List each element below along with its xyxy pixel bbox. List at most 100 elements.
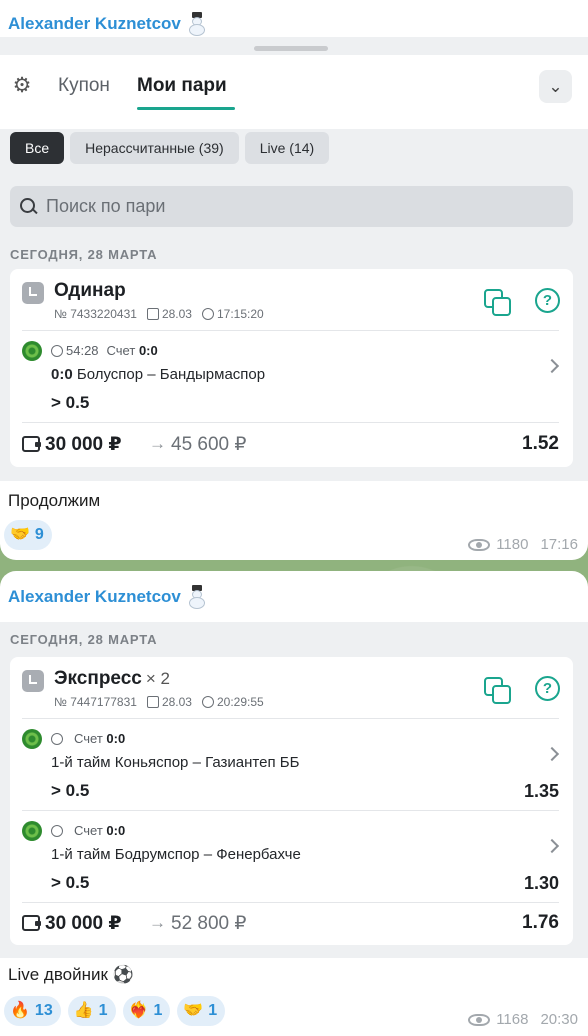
- score-label: Счет: [74, 731, 103, 746]
- event-pick: > 0.5: [51, 393, 90, 412]
- score-value: 0:0: [106, 823, 126, 838]
- reaction-fire[interactable]: 🔥 13: [4, 996, 61, 1026]
- bet-card[interactable]: Экспресс × 2 № 7447177831 28.03 20:29:55 …: [10, 657, 573, 945]
- tab-my-bets[interactable]: Мои пари: [137, 73, 227, 99]
- bet-multiplier: × 2: [145, 669, 170, 688]
- football-icon: [22, 821, 42, 841]
- bet-date: 28.03: [161, 307, 192, 321]
- divider: [22, 718, 559, 719]
- bet-screenshot: СЕГОДНЯ, 28 МАРТА Экспресс × 2 № 74471778…: [0, 622, 588, 958]
- calendar-icon: [146, 308, 159, 320]
- sender-name[interactable]: Alexander Kuznetcov: [8, 12, 207, 36]
- payout-amount: 52 800 ₽: [171, 913, 247, 934]
- copy-icon[interactable]: [484, 677, 511, 704]
- message-caption: Live двойник ⚽: [8, 965, 134, 984]
- message-footer: 1180 17:16: [468, 536, 578, 553]
- sender-name[interactable]: Alexander Kuznetcov: [8, 585, 207, 609]
- wallet-icon: [22, 915, 41, 931]
- date-header: СЕГОДНЯ, 28 МАРТА: [10, 247, 158, 262]
- divider: [22, 810, 559, 811]
- time-icon: [201, 696, 214, 708]
- reaction-count: 1: [98, 1002, 108, 1019]
- time-icon: [51, 824, 63, 837]
- collapse-button[interactable]: ⌄: [539, 70, 572, 103]
- search-icon: [20, 197, 38, 216]
- payout-amount: 45 600 ₽: [171, 434, 247, 455]
- event-teams: 1-й тайм Коньяспор – Газиантеп ББ: [51, 754, 300, 771]
- eye-icon: [468, 1013, 491, 1026]
- stake-amount: 30 000 ₽: [45, 913, 122, 934]
- bet-screenshot: ⚙ Купон Мои пари ⌄ Все Нерассчитанные (3…: [0, 37, 588, 481]
- message-caption: Продолжим: [8, 491, 101, 510]
- event-row[interactable]: 54:28 Счет 0:0 0:0 Болуспор – Бандырмасп…: [22, 339, 560, 417]
- event-odds: 1.35: [523, 781, 559, 801]
- thumbs-up-icon: 👍: [73, 1002, 94, 1019]
- filter-live[interactable]: Live (14): [244, 132, 330, 164]
- sender-label: Alexander Kuznetcov: [8, 14, 181, 33]
- divider: [22, 422, 559, 423]
- event-pick: > 0.5: [51, 873, 90, 892]
- reaction-heart-on-fire[interactable]: ❤️‍🔥 1: [122, 996, 171, 1026]
- stake-row: 30 000 ₽ → 52 800 ₽ 1.76: [22, 912, 559, 936]
- wallet-icon: [22, 436, 41, 452]
- football-icon: [22, 341, 42, 361]
- bet-tabs-bar: ⚙ Купон Мои пари ⌄: [0, 55, 588, 129]
- bet-time: 17:15:20: [216, 307, 264, 321]
- chevron-right-icon: [544, 358, 560, 374]
- reaction-count: 1: [208, 1002, 218, 1019]
- eye-icon: [468, 538, 491, 551]
- drag-handle[interactable]: [254, 46, 328, 51]
- bet-time: 20:29:55: [216, 695, 264, 709]
- view-count: 1180: [496, 536, 529, 553]
- date-header: СЕГОДНЯ, 28 МАРТА: [10, 632, 158, 647]
- heart-on-fire-icon: ❤️‍🔥: [128, 1002, 149, 1019]
- football-icon: [22, 729, 42, 749]
- event-odds: 1.30: [523, 873, 559, 893]
- filter-unsettled[interactable]: Нерассчитанные (39): [70, 132, 239, 164]
- handshake-icon: 🤝: [10, 526, 30, 543]
- teams-score: 0:0: [51, 366, 73, 383]
- bet-number: № 7447177831: [54, 695, 137, 709]
- event-row[interactable]: Счет 0:0 1-й тайм Коньяспор – Газиантеп …: [22, 727, 560, 807]
- event-teams: Болуспор – Бандырмаспор: [76, 366, 266, 383]
- reactions: 🔥 13 👍 1 ❤️‍🔥 1 🤝 1: [4, 996, 226, 1026]
- score-value: 0:0: [138, 343, 158, 358]
- chevron-right-icon: [544, 746, 560, 762]
- help-icon[interactable]: ?: [535, 676, 560, 701]
- reaction-thumbs-up[interactable]: 👍 1: [67, 996, 116, 1026]
- snowman-icon: [187, 12, 207, 36]
- chevron-down-icon: ⌄: [548, 76, 563, 96]
- help-icon[interactable]: ?: [535, 288, 560, 313]
- search-input[interactable]: Поиск по пари: [10, 186, 573, 227]
- reaction-handshake[interactable]: 🤝 9: [4, 520, 52, 550]
- time-icon: [51, 732, 63, 745]
- sender-label: Alexander Kuznetcov: [8, 587, 181, 606]
- reaction-count: 13: [34, 1002, 53, 1019]
- score-label: Счет: [74, 823, 103, 838]
- event-row[interactable]: Счет 0:0 1-й тайм Бодрумспор – Фенербахч…: [22, 819, 560, 899]
- copy-icon[interactable]: [484, 289, 511, 316]
- time-icon: [201, 308, 214, 320]
- handshake-icon: 🤝: [183, 1002, 204, 1019]
- event-pick: > 0.5: [51, 781, 90, 800]
- reaction-handshake[interactable]: 🤝 1: [177, 996, 226, 1026]
- gear-icon[interactable]: ⚙: [11, 75, 33, 97]
- filter-all[interactable]: Все: [10, 132, 65, 164]
- snowman-icon: [187, 585, 207, 609]
- bet-type: Одинар: [54, 280, 126, 301]
- score-label: Счет: [106, 343, 136, 358]
- clock-icon: [22, 670, 44, 692]
- bet-type: Экспресс: [54, 668, 142, 689]
- chevron-right-icon: [544, 838, 560, 854]
- score-value: 0:0: [106, 731, 126, 746]
- bet-card[interactable]: Одинар № 7433220431 28.03 17:15:20 ? 54:…: [10, 269, 573, 467]
- total-odds: 1.76: [522, 912, 559, 933]
- clock-icon: [22, 282, 44, 304]
- tab-coupon[interactable]: Купон: [58, 73, 110, 99]
- reaction-count: 1: [153, 1002, 163, 1019]
- reactions: 🤝 9: [4, 520, 52, 550]
- stake-amount: 30 000 ₽: [45, 434, 122, 455]
- message-1: Alexander Kuznetcov ⚙ Купон Мои пари ⌄ В…: [0, 0, 588, 560]
- arrow-right-icon: →: [149, 913, 166, 932]
- total-odds: 1.52: [522, 433, 559, 454]
